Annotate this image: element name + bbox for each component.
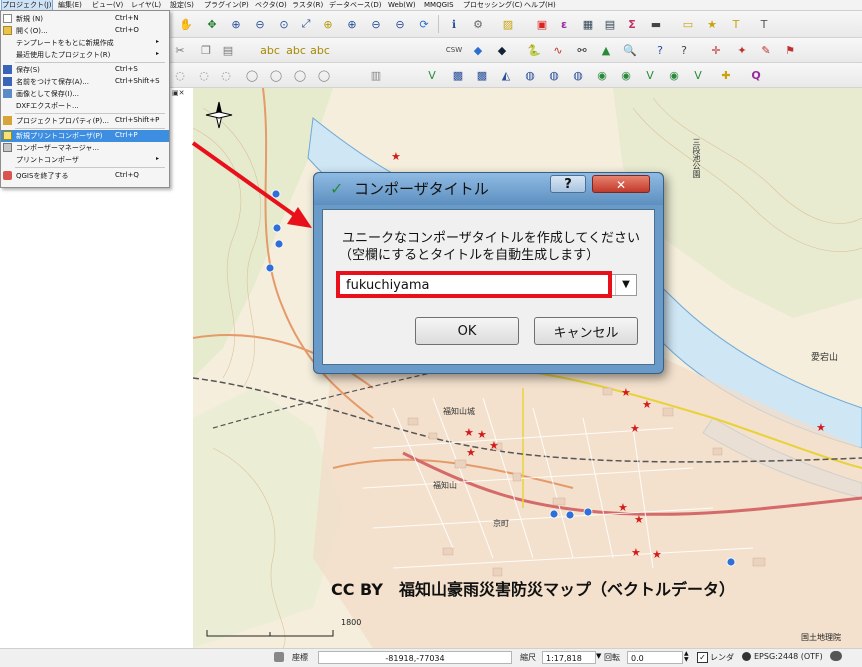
menu-item-save[interactable]: 保存(S) Ctrl+S [1,64,169,76]
menu-item-composer-manager[interactable]: コンポーザーマネージャ... [1,142,169,154]
dialog-titlebar[interactable]: ✓ コンポーザタイトル ? ✕ [314,173,663,205]
menu-item-save-as-image[interactable]: 画像として保存(I)... [1,88,169,100]
messages-icon[interactable] [830,651,842,661]
menu-item-project-properties[interactable]: プロジェクトプロパティ(P)... Ctrl+Shift+P [1,115,169,127]
menu-item-recent-projects[interactable]: 最近使用したプロジェクト(R) ▸ [1,49,169,61]
help-button[interactable]: ? [550,175,586,193]
ok-button[interactable]: OK [415,317,519,345]
rotation-field[interactable]: 0.0 [627,651,683,664]
project-properties-icon [3,116,12,125]
chevron-down-icon[interactable]: ▼ [615,275,636,295]
menu-item-print-composers[interactable]: プリントコンポーザ ▸ [1,154,169,166]
save-icon [3,65,12,74]
scale-field[interactable]: 1:17,818 [542,651,596,664]
rotation-label: 回転 [604,653,620,662]
cancel-button[interactable]: キャンセル [534,317,638,345]
dialog-body: ユニークなコンポーザタイトルを作成してください （空欄にするとタイトルを自動生成… [322,209,655,365]
exit-icon [3,171,12,180]
menu-separator [15,167,165,168]
save-image-icon [3,89,12,98]
submenu-arrow-icon: ▸ [156,38,160,45]
rotation-spinner-icon[interactable]: ▲ ▼ [684,651,689,663]
status-bar: 座標 -81918,-77034 縮尺 1:17,818 ▼ 回転 0.0 ▲ ▼… [0,648,862,667]
composer-title-combobox[interactable]: fukuchiyama ▼ [339,274,637,296]
composer-title-dialog: ✓ コンポーザタイトル ? ✕ ユニークなコンポーザタイトルを作成してください … [313,172,664,374]
menu-item-dxf-export[interactable]: DXFエクスポート... [1,100,169,112]
dialog-title: コンポーザタイトル [354,180,489,198]
composer-manager-icon [3,143,12,152]
qgis-logo-icon: ✓ [330,179,344,198]
submenu-arrow-icon: ▸ [156,155,160,162]
render-label: レンダ [710,653,734,662]
composer-title-input[interactable]: fukuchiyama [346,278,429,293]
render-checkbox[interactable]: ✓ [697,652,708,663]
new-composer-icon [3,131,12,140]
scale-dropdown-icon[interactable]: ▼ [596,652,601,660]
menu-item-new[interactable]: 新規 (N) Ctrl+N [1,13,169,25]
close-button[interactable]: ✕ [592,175,650,193]
menu-item-exit[interactable]: QGISを終了する Ctrl+Q [1,170,169,182]
menu-separator [15,128,165,129]
submenu-arrow-icon: ▸ [156,50,160,57]
menu-separator [15,62,165,63]
crs-globe-icon[interactable] [742,652,751,661]
coordinate-toggle-icon[interactable] [274,652,284,662]
crs-label[interactable]: EPSG:2448 (OTF) [754,652,823,661]
dialog-message-line2: （空欄にするとタイトルを自動生成します） [339,248,600,263]
menu-item-new-print-composer[interactable]: 新規プリントコンポーザ(P) Ctrl+P [1,130,169,142]
coordinate-field[interactable]: -81918,-77034 [318,651,512,664]
new-project-icon [3,14,12,23]
scale-label: 縮尺 [520,653,536,662]
coordinate-label: 座標 [292,653,308,662]
project-menu-dropdown: 新規 (N) Ctrl+N 開く(O)... Ctrl+O テンプレートをもとに… [0,10,170,188]
menu-item-save-as[interactable]: 名前をつけて保存(A)... Ctrl+Shift+S [1,76,169,88]
menu-separator [15,113,165,114]
menu-item-open[interactable]: 開く(O)... Ctrl+O [1,25,169,37]
open-folder-icon [3,26,12,35]
menu-item-new-from-template[interactable]: テンプレートをもとに新規作成 ▸ [1,37,169,49]
save-as-icon [3,77,12,86]
